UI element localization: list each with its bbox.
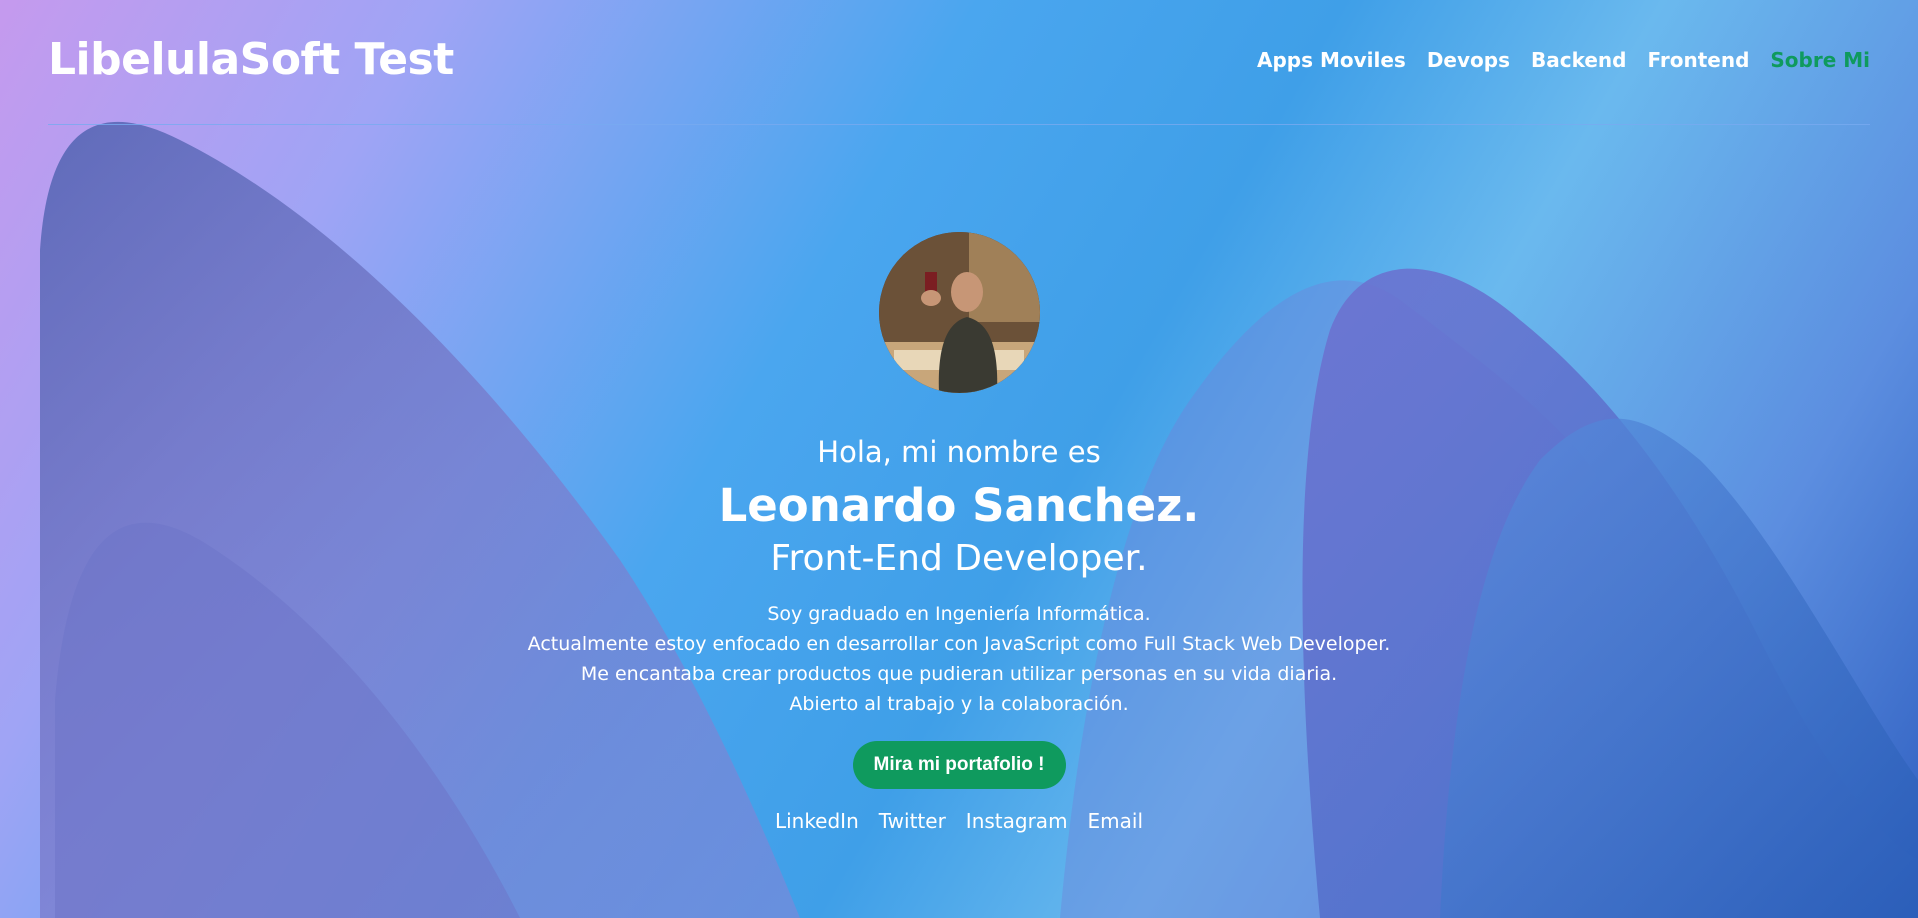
bio-line: Soy graduado en Ingeniería Informática. xyxy=(767,603,1151,625)
hero-bio: Soy graduado en Ingeniería Informática. … xyxy=(0,599,1918,719)
social-link-instagram[interactable]: Instagram xyxy=(966,809,1068,833)
hero-section: Hola, mi nombre es Leonardo Sanchez. Fro… xyxy=(0,232,1918,833)
nav-item-frontend[interactable]: Frontend xyxy=(1647,48,1749,72)
social-link-linkedin[interactable]: LinkedIn xyxy=(775,809,859,833)
bio-line: Me encantaba crear productos que pudiera… xyxy=(580,663,1338,685)
brand-logo-text[interactable]: LibelulaSoft Test xyxy=(48,34,454,85)
hero-name: Leonardo Sanchez. xyxy=(718,479,1200,532)
nav-item-devops[interactable]: Devops xyxy=(1427,48,1510,72)
nav-item-sobre-mi[interactable]: Sobre Mi xyxy=(1770,48,1870,72)
main-nav: Apps Moviles Devops Backend Frontend Sob… xyxy=(1257,48,1870,72)
bio-line: Abierto al trabajo y la colaboración. xyxy=(789,693,1129,715)
bio-line: Actualmente estoy enfocado en desarrolla… xyxy=(527,633,1391,655)
hero-greeting: Hola, mi nombre es xyxy=(817,435,1101,469)
social-link-email[interactable]: Email xyxy=(1088,809,1144,833)
portfolio-button[interactable]: Mira mi portafolio ! xyxy=(852,741,1066,789)
hero-role: Front-End Developer. xyxy=(770,538,1148,579)
nav-item-apps-moviles[interactable]: Apps Moviles xyxy=(1257,48,1406,72)
site-header: LibelulaSoft Test Apps Moviles Devops Ba… xyxy=(48,30,1870,126)
social-link-twitter[interactable]: Twitter xyxy=(879,809,946,833)
header-divider xyxy=(48,124,1870,125)
social-links: LinkedIn Twitter Instagram Email xyxy=(0,809,1918,833)
avatar xyxy=(878,232,1040,393)
nav-item-backend[interactable]: Backend xyxy=(1531,48,1626,72)
